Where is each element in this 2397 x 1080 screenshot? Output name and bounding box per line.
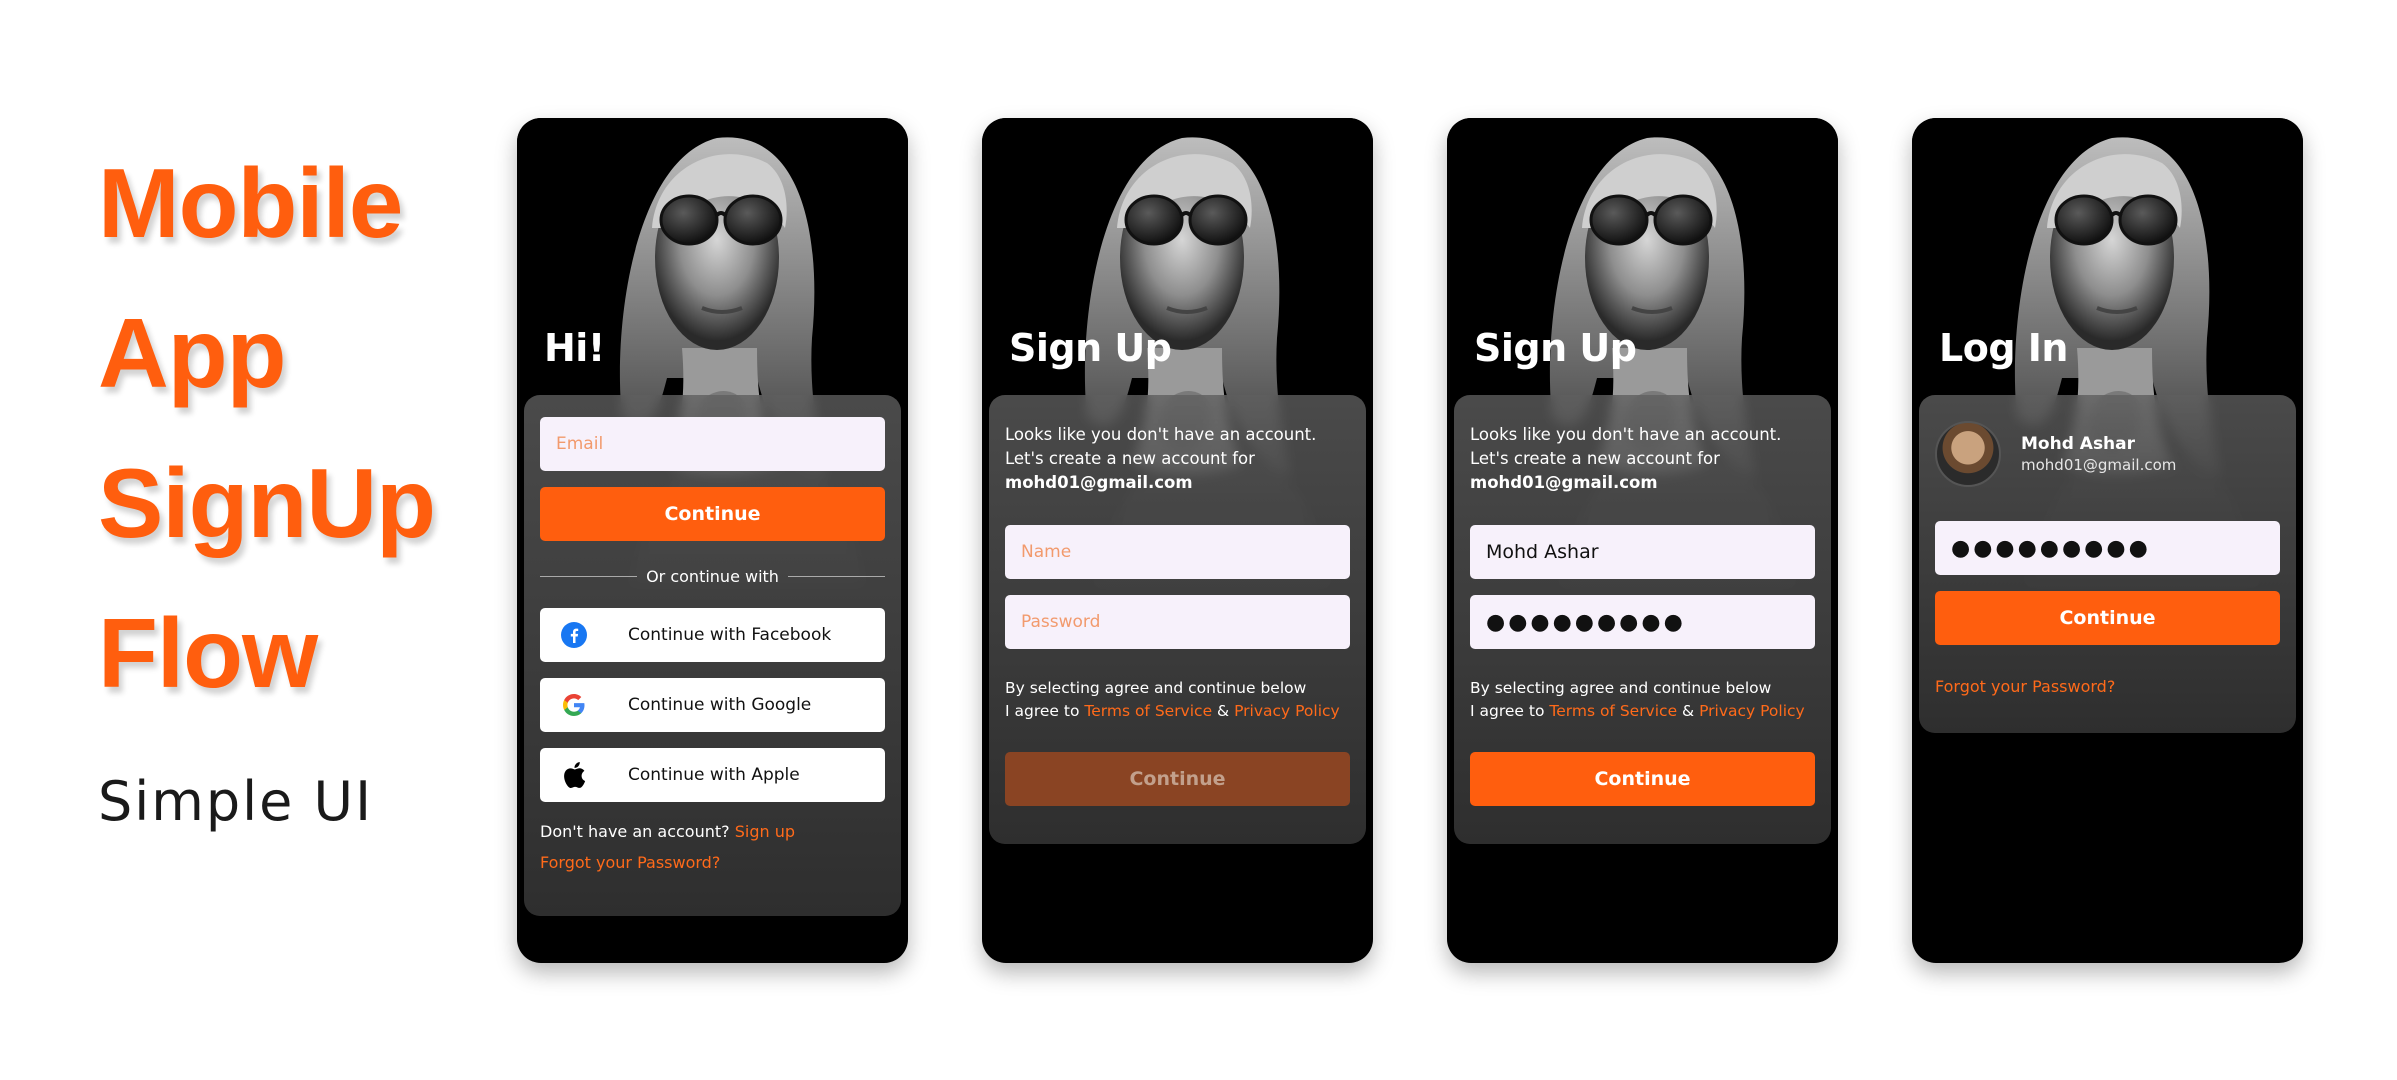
- hero-title-line: Flow: [98, 598, 318, 708]
- google-icon: [560, 691, 588, 719]
- divider-text: Or continue with: [646, 567, 779, 586]
- phone-screen-signup-empty: Sign Up Looks like you don't have an acc…: [982, 118, 1373, 963]
- name-placeholder: Name: [1021, 542, 1072, 562]
- facebook-login-label: Continue with Facebook: [628, 625, 832, 645]
- facebook-icon: [560, 621, 588, 649]
- hero-title-line: App: [98, 298, 287, 408]
- auth-card: Email Continue Or continue with Continue…: [524, 395, 901, 916]
- name-field[interactable]: Name: [1005, 525, 1350, 579]
- apple-icon: [560, 761, 588, 789]
- account-email: mohd01@gmail.com: [1005, 473, 1193, 492]
- account-message: Looks like you don't have an account. Le…: [1005, 423, 1350, 495]
- password-field[interactable]: Password: [1005, 595, 1350, 649]
- password-placeholder: Password: [1021, 612, 1101, 632]
- screen-title: Sign Up: [1009, 326, 1172, 370]
- password-value: ●●●●●●●●●: [1486, 609, 1686, 635]
- phone-screen-login: Log In Mohd Ashar mohd01@gmail.com ●●●●●…: [1912, 118, 2303, 963]
- legal-amp: &: [1682, 702, 1695, 720]
- phone-screen-welcome: Hi! Email Continue Or continue with Cont…: [517, 118, 908, 963]
- terms-link[interactable]: Terms of Service: [1549, 702, 1677, 720]
- continue-button[interactable]: Continue: [1935, 591, 2280, 645]
- legal-amp: &: [1217, 702, 1230, 720]
- apple-login-button[interactable]: Continue with Apple: [540, 748, 885, 802]
- user-name: Mohd Ashar: [2021, 434, 2136, 454]
- legal-prefix: I agree to: [1005, 702, 1080, 720]
- signup-card: Looks like you don't have an account. Le…: [989, 395, 1366, 844]
- user-email: mohd01@gmail.com: [2021, 456, 2177, 474]
- continue-button[interactable]: Continue: [540, 487, 885, 541]
- phone-screen-signup-filled: Sign Up Looks like you don't have an acc…: [1447, 118, 1838, 963]
- account-message-line: Looks like you don't have an account.: [1005, 425, 1317, 444]
- facebook-login-button[interactable]: Continue with Facebook: [540, 608, 885, 662]
- signup-prompt: Don't have an account? Sign up: [540, 820, 885, 844]
- screen-title: Sign Up: [1474, 326, 1637, 370]
- apple-login-label: Continue with Apple: [628, 765, 800, 785]
- email-field[interactable]: Email: [540, 417, 885, 471]
- account-message: Looks like you don't have an account. Le…: [1470, 423, 1815, 495]
- terms-link[interactable]: Terms of Service: [1084, 702, 1212, 720]
- legal-prefix: I agree to: [1470, 702, 1545, 720]
- screen-title: Log In: [1939, 326, 2068, 370]
- password-value: ●●●●●●●●●: [1951, 535, 2151, 561]
- account-message-line: Let's create a new account for: [1005, 449, 1255, 468]
- login-card: Mohd Ashar mohd01@gmail.com ●●●●●●●●● Co…: [1919, 395, 2296, 733]
- email-placeholder: Email: [556, 434, 604, 454]
- hero-title: Mobile App SignUp Flow: [98, 128, 478, 728]
- privacy-link[interactable]: Privacy Policy: [1699, 702, 1805, 720]
- password-field[interactable]: ●●●●●●●●●: [1470, 595, 1815, 649]
- google-login-button[interactable]: Continue with Google: [540, 678, 885, 732]
- forgot-password-link[interactable]: Forgot your Password?: [540, 851, 885, 875]
- legal-text: By selecting agree and continue below I …: [1470, 677, 1815, 723]
- account-email: mohd01@gmail.com: [1470, 473, 1658, 492]
- name-field[interactable]: Mohd Ashar: [1470, 525, 1815, 579]
- hero-title-line: SignUp: [98, 448, 436, 558]
- no-account-text: Don't have an account?: [540, 822, 730, 841]
- google-login-label: Continue with Google: [628, 695, 812, 715]
- name-value: Mohd Ashar: [1486, 541, 1599, 563]
- password-field[interactable]: ●●●●●●●●●: [1935, 521, 2280, 575]
- account-message-line: Let's create a new account for: [1470, 449, 1720, 468]
- continue-button[interactable]: Continue: [1005, 752, 1350, 806]
- screen-title: Hi!: [544, 326, 605, 370]
- user-account: Mohd Ashar mohd01@gmail.com: [1935, 421, 2280, 487]
- signup-card: Looks like you don't have an account. Le…: [1454, 395, 1831, 844]
- continue-button[interactable]: Continue: [1470, 752, 1815, 806]
- account-message-line: Looks like you don't have an account.: [1470, 425, 1782, 444]
- forgot-password-link[interactable]: Forgot your Password?: [1935, 675, 2280, 699]
- avatar: [1935, 421, 2001, 487]
- divider: Or continue with: [540, 567, 886, 586]
- signup-link[interactable]: Sign up: [735, 822, 795, 841]
- privacy-link[interactable]: Privacy Policy: [1234, 702, 1340, 720]
- legal-text: By selecting agree and continue below I …: [1005, 677, 1350, 723]
- legal-line: By selecting agree and continue below: [1470, 679, 1772, 697]
- hero-subtitle: Simple UI: [98, 770, 374, 833]
- legal-line: By selecting agree and continue below: [1005, 679, 1307, 697]
- hero-title-line: Mobile: [98, 148, 403, 258]
